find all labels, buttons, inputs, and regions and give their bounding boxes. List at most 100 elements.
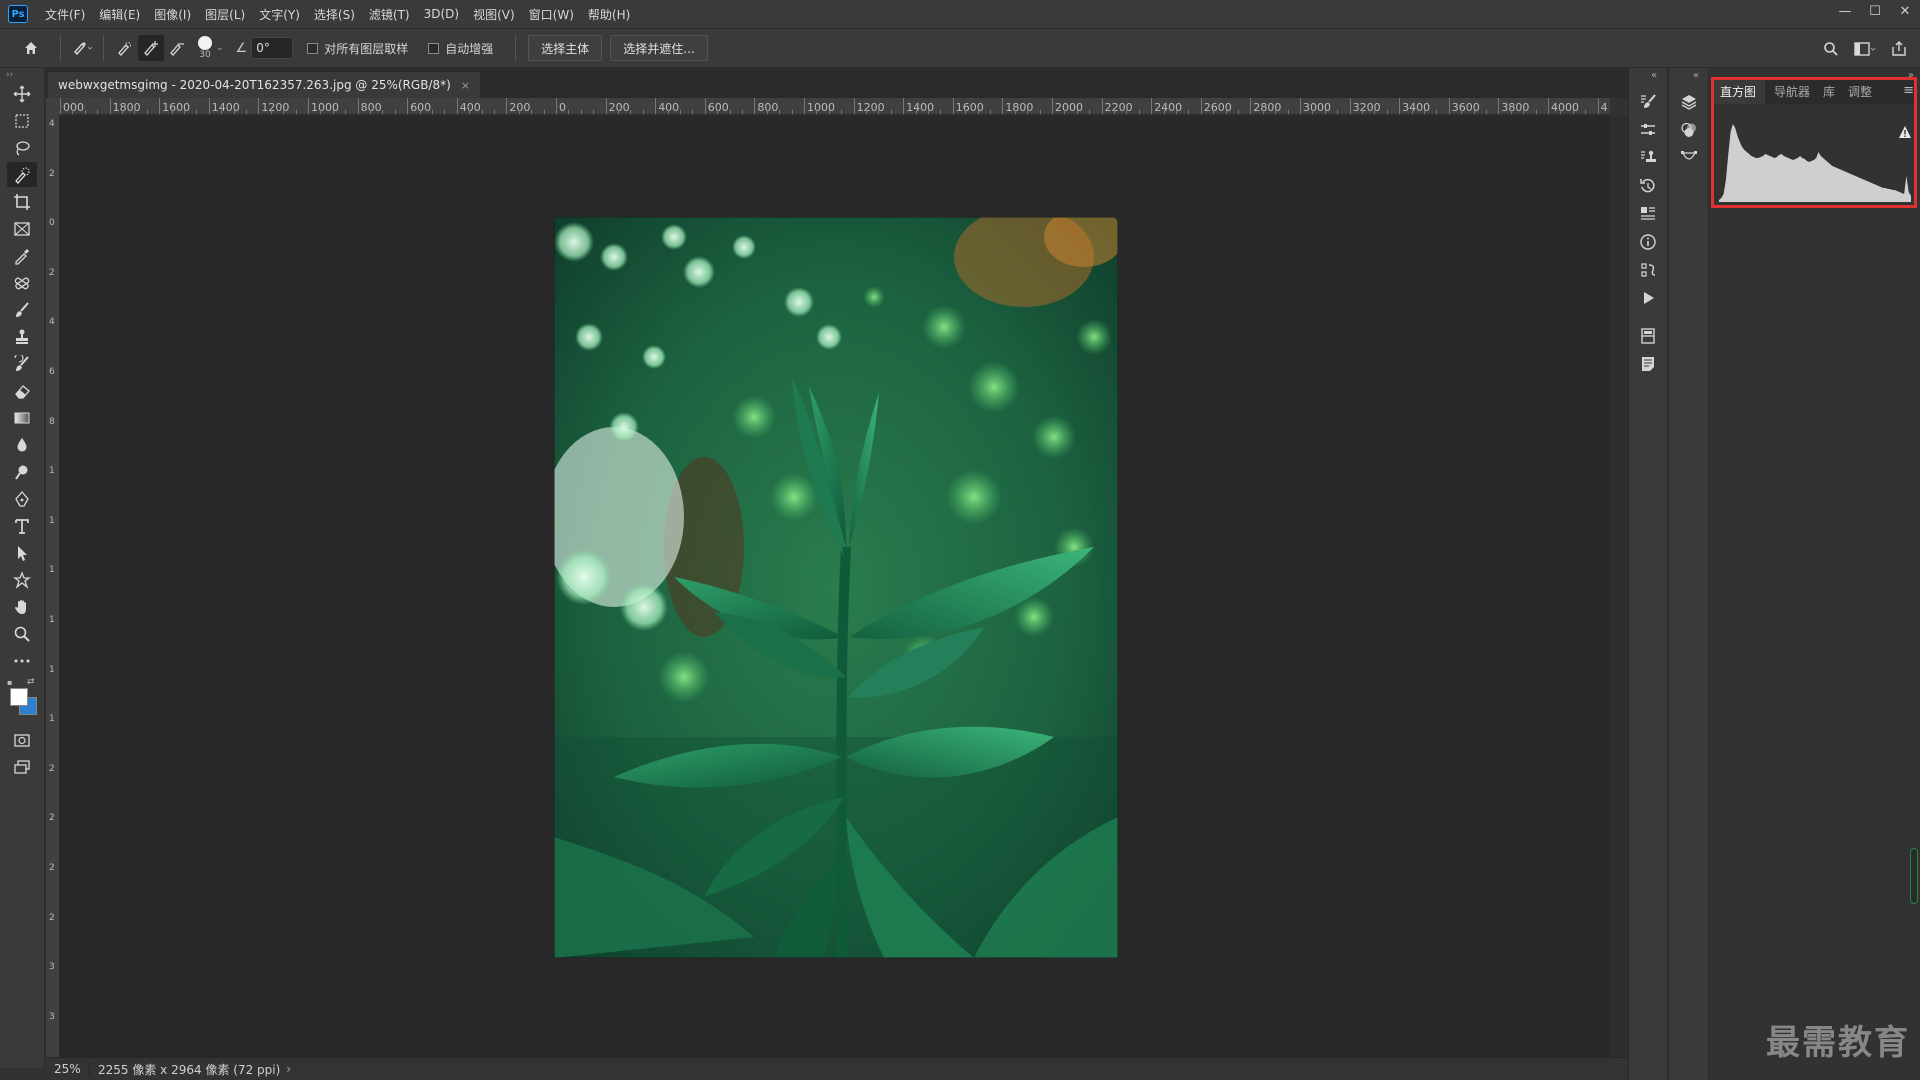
- home-icon[interactable]: [18, 35, 44, 61]
- select-subject-button[interactable]: 选择主体: [528, 35, 603, 61]
- ruler-tick-label: 2: [49, 763, 55, 774]
- ruler-tick-line: [1597, 98, 1599, 114]
- ruler-tick-label: 2: [49, 912, 55, 923]
- glyphs-icon[interactable]: [1635, 201, 1661, 227]
- ruler-tick-label: 2800: [1253, 101, 1282, 114]
- menu-select[interactable]: 选择(S): [307, 6, 362, 23]
- menu-filter[interactable]: 滤镜(T): [362, 6, 417, 23]
- close-window-button[interactable]: ✕: [1890, 0, 1920, 22]
- ruler-tick-label: 1000: [311, 101, 339, 114]
- ruler-tick-label: 2200: [1104, 101, 1133, 114]
- actions-play-icon[interactable]: [1635, 285, 1661, 311]
- zoom-tool-icon[interactable]: [7, 621, 37, 646]
- collapse-arrow-icon[interactable]: «: [1693, 70, 1699, 81]
- search-icon[interactable]: [1818, 36, 1844, 62]
- default-colors-icon[interactable]: ▪: [7, 678, 12, 687]
- document-image[interactable]: [554, 217, 1118, 958]
- menu-file[interactable]: 文件(F): [38, 6, 92, 23]
- menu-image[interactable]: 图像(I): [147, 6, 198, 23]
- document-tab[interactable]: webwxgetmsgimg - 2020-04-20T162357.263.j…: [48, 72, 481, 98]
- sample-all-layers-checkbox[interactable]: 对所有图层取样: [307, 40, 408, 57]
- properties-icon[interactable]: [1635, 117, 1661, 143]
- screen-mode-icon[interactable]: [7, 754, 37, 779]
- brush-settings-icon[interactable]: [1635, 89, 1661, 115]
- menu-type[interactable]: 文字(Y): [252, 6, 307, 23]
- auto-enhance-checkbox[interactable]: 自动增强: [428, 40, 493, 57]
- channels-icon[interactable]: [1676, 117, 1702, 143]
- menu-view[interactable]: 视图(V): [466, 6, 522, 23]
- paths-panel-icon[interactable]: [1676, 145, 1702, 171]
- layers-icon[interactable]: [1676, 89, 1702, 115]
- eraser-tool-icon[interactable]: [7, 378, 37, 403]
- gradient-tool-icon[interactable]: [7, 405, 37, 430]
- more-tools-icon[interactable]: [7, 648, 37, 673]
- move-tool-icon[interactable]: [7, 81, 37, 106]
- history-icon[interactable]: [1635, 173, 1661, 199]
- menu-window[interactable]: 窗口(W): [522, 6, 581, 23]
- ruler-tick-line: [952, 98, 954, 114]
- history-brush-tool-icon[interactable]: [7, 351, 37, 376]
- maximize-button[interactable]: ☐: [1860, 0, 1890, 22]
- hand-tool-icon[interactable]: [7, 594, 37, 619]
- subtract-selection-brush-icon[interactable]: [164, 35, 190, 61]
- close-icon[interactable]: ×: [461, 79, 470, 92]
- quick-mask-icon[interactable]: [7, 727, 37, 752]
- color-swatches[interactable]: ▪ ⇄: [5, 677, 39, 718]
- checkbox-box[interactable]: [307, 42, 319, 54]
- notes-icon[interactable]: [1635, 351, 1661, 377]
- menu-edit[interactable]: 编辑(E): [92, 6, 147, 23]
- menu-layer[interactable]: 图层(L): [198, 6, 252, 23]
- frame-tool-icon[interactable]: [7, 216, 37, 241]
- canvas-area[interactable]: [60, 116, 1610, 1058]
- quick-selection-tool-icon[interactable]: [7, 162, 37, 187]
- blur-tool-icon[interactable]: [7, 432, 37, 457]
- brush-size-picker[interactable]: 30: [198, 36, 212, 60]
- lasso-tool-icon[interactable]: [7, 135, 37, 160]
- status-menu-arrow[interactable]: ›: [286, 1062, 291, 1076]
- type-tool-icon[interactable]: [7, 513, 37, 538]
- marquee-tool-icon[interactable]: [7, 108, 37, 133]
- canvas-vertical-scrollbar[interactable]: [1610, 116, 1628, 1058]
- tool-preset-picker-icon[interactable]: [69, 35, 95, 61]
- share-icon[interactable]: [1886, 36, 1912, 62]
- document-dimensions: 2255 像素 x 2964 像素 (72 ppi): [98, 1062, 281, 1077]
- shape-tool-icon[interactable]: [7, 567, 37, 592]
- ruler-tick-label: 200: [509, 101, 531, 114]
- select-and-mask-button[interactable]: 选择并遮住...: [610, 35, 708, 61]
- path-selection-tool-icon[interactable]: [7, 540, 37, 565]
- checkbox-box[interactable]: [428, 42, 440, 54]
- new-selection-brush-icon[interactable]: [112, 35, 138, 61]
- ruler-minor-tick: [766, 110, 768, 114]
- layer-comps-icon[interactable]: [1635, 323, 1661, 349]
- healing-brush-tool-icon[interactable]: [7, 270, 37, 295]
- foreground-color-swatch[interactable]: [10, 688, 28, 706]
- paths-icon[interactable]: [1635, 257, 1661, 283]
- brush-tool-icon[interactable]: [7, 297, 37, 322]
- chevron-down-icon[interactable]: ⌄: [216, 43, 224, 53]
- ruler-horizontal[interactable]: 000 1800 1600 1400 1200 1000 800 600 400 200 0 200 4…: [60, 98, 1610, 115]
- dodge-tool-icon[interactable]: [7, 459, 37, 484]
- clone-stamp-tool-icon[interactable]: [7, 324, 37, 349]
- minimize-button[interactable]: —: [1830, 0, 1860, 22]
- clone-source-icon[interactable]: [1635, 145, 1661, 171]
- zoom-level[interactable]: 25%: [46, 1062, 90, 1076]
- expand-arrows-icon[interactable]: ››: [6, 70, 13, 80]
- brush-angle-input[interactable]: 0°: [251, 37, 294, 59]
- ruler-vertical[interactable]: 4 2 0 2 4 6 8 1 1 1 1 1 1 2 2 2 2 3 3: [46, 115, 60, 1057]
- ruler-tick-line: [308, 98, 309, 114]
- panel-dock-column-1: «: [1628, 68, 1666, 1080]
- swap-colors-icon[interactable]: ⇄: [27, 677, 35, 687]
- tools-panel: ›› ▪ ⇄: [0, 68, 45, 1068]
- crop-tool-icon[interactable]: [7, 189, 37, 214]
- ruler-minor-tick: [531, 110, 533, 114]
- menu-help[interactable]: 帮助(H): [581, 6, 637, 23]
- workspace-icon[interactable]: [1852, 36, 1878, 62]
- collapse-arrow-icon[interactable]: «: [1651, 70, 1657, 81]
- eyedropper-tool-icon[interactable]: [7, 243, 37, 268]
- menu-3d[interactable]: 3D(D): [417, 7, 466, 21]
- add-selection-brush-icon[interactable]: [138, 35, 164, 61]
- pen-tool-icon[interactable]: [7, 486, 37, 511]
- panel-scroll-thumb[interactable]: [1910, 848, 1918, 904]
- ruler-tick-line: [1052, 98, 1053, 114]
- info-icon[interactable]: [1635, 229, 1661, 255]
